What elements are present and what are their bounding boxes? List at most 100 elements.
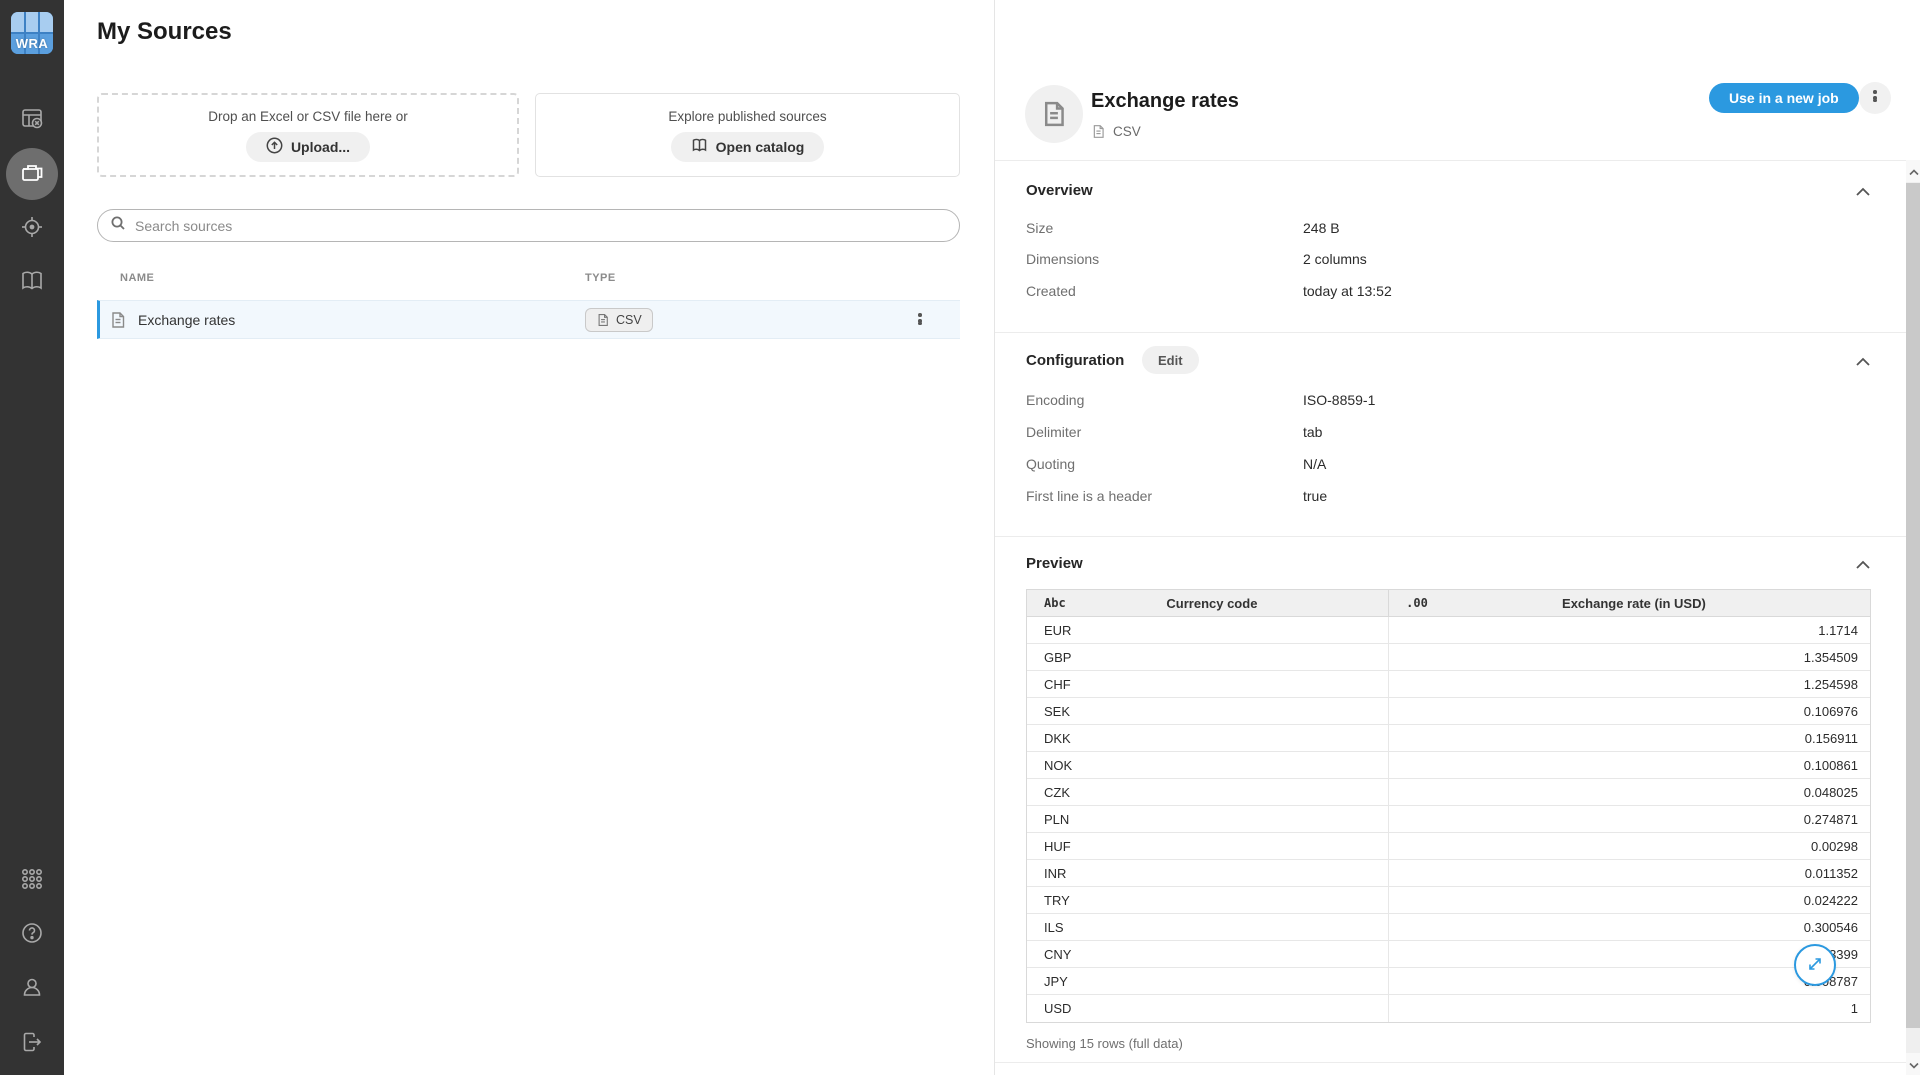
target-icon <box>19 214 45 243</box>
field-label: Created <box>1026 283 1076 299</box>
preview-row-count: Showing 15 rows (full data) <box>1026 1036 1183 1051</box>
expand-diagonal-icon <box>1805 954 1825 977</box>
field-label: Dimensions <box>1026 251 1099 267</box>
use-in-new-job-button[interactable]: Use in a new job <box>1709 83 1859 113</box>
field-label: Quoting <box>1026 456 1075 472</box>
source-avatar <box>1025 85 1083 143</box>
open-catalog-button[interactable]: Open catalog <box>671 132 825 162</box>
field-label: Encoding <box>1026 392 1084 408</box>
preview-column-header: Currency code <box>1066 596 1388 611</box>
field-value: N/A <box>1303 456 1326 472</box>
file-icon <box>1040 100 1068 128</box>
table-row: GBP1.354509 <box>1027 644 1870 671</box>
scrollbar-thumb[interactable] <box>1906 183 1920 1028</box>
row-menu-button[interactable] <box>908 309 932 333</box>
chevron-up-icon <box>1909 164 1919 179</box>
table-row: ILS0.300546 <box>1027 914 1870 941</box>
field-value: ISO-8859-1 <box>1303 392 1375 408</box>
scroll-down-button[interactable] <box>1906 1053 1920 1075</box>
table-row: TRY0.024222 <box>1027 887 1870 914</box>
upload-button-label: Upload... <box>291 139 350 155</box>
table-row: HUF0.00298 <box>1027 833 1870 860</box>
preview-collapse-button[interactable] <box>1853 555 1873 575</box>
logo-text: WRA <box>11 36 53 51</box>
help-icon <box>19 920 45 949</box>
upload-dropzone[interactable]: Drop an Excel or CSV file here or Upload… <box>97 93 519 177</box>
divider <box>995 1062 1906 1063</box>
sidebar: WRA <box>0 0 64 1075</box>
sidebar-item-catalog[interactable] <box>16 266 48 298</box>
edit-configuration-button[interactable]: Edit <box>1142 346 1199 374</box>
detail-type: CSV <box>1091 124 1141 139</box>
table-row: SEK0.106976 <box>1027 698 1870 725</box>
catalog-card: Explore published sources Open catalog <box>535 93 960 177</box>
table-row: INR0.011352 <box>1027 860 1870 887</box>
app-window: WRA <box>0 0 1920 1075</box>
configuration-collapse-button[interactable] <box>1853 352 1873 372</box>
sidebar-item-sources[interactable] <box>6 148 58 200</box>
sidebar-item-account[interactable] <box>16 972 48 1004</box>
sidebar-item-datasets[interactable] <box>16 104 48 136</box>
divider <box>995 536 1906 537</box>
sources-page: My Sources Drop an Excel or CSV file her… <box>64 0 994 1075</box>
overview-section-title: Overview <box>1026 182 1093 199</box>
source-name: Exchange rates <box>138 312 235 328</box>
table-row: EUR1.1714 <box>1027 617 1870 644</box>
chevron-up-icon <box>1855 355 1871 370</box>
scroll-up-button[interactable] <box>1906 160 1920 182</box>
field-value: 2 columns <box>1303 251 1367 267</box>
kebab-icon <box>918 319 922 323</box>
kebab-icon <box>1873 96 1877 100</box>
table-row: DKK0.156911 <box>1027 725 1870 752</box>
table-row: CZK0.048025 <box>1027 779 1870 806</box>
field-label: First line is a header <box>1026 488 1152 504</box>
sidebar-item-recipes[interactable] <box>16 212 48 244</box>
search-input[interactable] <box>135 218 947 234</box>
detail-scrollbar[interactable] <box>1906 160 1920 1075</box>
preview-section-title: Preview <box>1026 555 1083 572</box>
source-row-exchange-rates[interactable]: Exchange rates CSV <box>97 300 960 339</box>
logout-icon <box>19 1029 45 1058</box>
file-icon <box>596 313 610 327</box>
divider <box>995 160 1906 161</box>
field-value: tab <box>1303 424 1322 440</box>
detail-menu-button[interactable] <box>1859 82 1891 114</box>
preview-column-header: Exchange rate (in USD) <box>1428 596 1870 611</box>
open-catalog-button-label: Open catalog <box>716 139 805 155</box>
person-icon <box>19 974 45 1003</box>
column-header-name: NAME <box>120 272 154 284</box>
type-badge: CSV <box>585 308 653 332</box>
expand-preview-button[interactable] <box>1794 944 1836 986</box>
upload-dropzone-text: Drop an Excel or CSV file here or <box>208 109 408 124</box>
book-icon <box>691 137 708 157</box>
app-logo[interactable]: WRA <box>11 12 53 54</box>
column-type-string-icon: Abc <box>1027 596 1066 610</box>
detail-title: Exchange rates <box>1091 90 1239 113</box>
field-label: Size <box>1026 220 1053 236</box>
table-remove-icon <box>19 106 45 135</box>
table-row: JPY0.008787 <box>1027 968 1870 995</box>
book-icon <box>19 268 45 297</box>
search-icon <box>110 215 126 236</box>
sidebar-item-logout[interactable] <box>16 1027 48 1059</box>
field-value: true <box>1303 488 1327 504</box>
catalog-card-text: Explore published sources <box>668 109 826 124</box>
page-title: My Sources <box>97 18 232 46</box>
table-row: NOK0.100861 <box>1027 752 1870 779</box>
detail-type-label: CSV <box>1113 124 1141 139</box>
detail-panel: Exchange rates CSV Use in a new job Over… <box>994 0 1920 1075</box>
sidebar-item-help[interactable] <box>16 918 48 950</box>
table-row: PLN0.274871 <box>1027 806 1870 833</box>
chevron-up-icon <box>1855 185 1871 200</box>
upload-button[interactable]: Upload... <box>246 132 370 162</box>
divider <box>995 332 1906 333</box>
file-icon <box>1091 124 1106 139</box>
type-badge-label: CSV <box>616 313 642 327</box>
field-value: today at 13:52 <box>1303 283 1392 299</box>
overview-collapse-button[interactable] <box>1853 182 1873 202</box>
field-label: Delimiter <box>1026 424 1081 440</box>
sidebar-item-apps[interactable] <box>16 864 48 896</box>
preview-table: Abc Currency code .00 Exchange rate (in … <box>1026 589 1871 1023</box>
table-row: USD1 <box>1027 995 1870 1022</box>
table-row: CNY0.153399 <box>1027 941 1870 968</box>
